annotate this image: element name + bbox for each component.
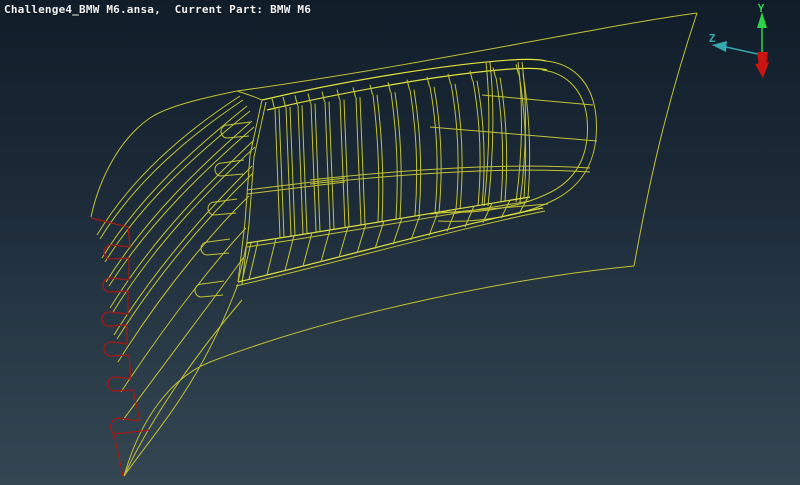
flange-red — [90, 217, 151, 477]
orientation-triad: Y Z — [709, 2, 769, 78]
panel-outline — [90, 12, 698, 477]
x-axis-arrow — [755, 52, 769, 78]
clip-tabs-yellow — [194, 121, 251, 298]
wireframe-canvas[interactable]: Y Z — [0, 0, 800, 485]
rib-cage-bottom-band — [235, 196, 546, 287]
louver-arcs — [96, 95, 256, 477]
viewport-3d[interactable]: Challenge4_BMW M6.ansa, Current Part: BM… — [0, 0, 800, 485]
rib-cage-top-band — [261, 58, 548, 111]
rib-cage-ribs — [237, 74, 531, 285]
z-axis-label: Z — [709, 32, 716, 45]
z-axis-arrow — [725, 46, 763, 56]
y-axis-label: Y — [758, 2, 765, 15]
